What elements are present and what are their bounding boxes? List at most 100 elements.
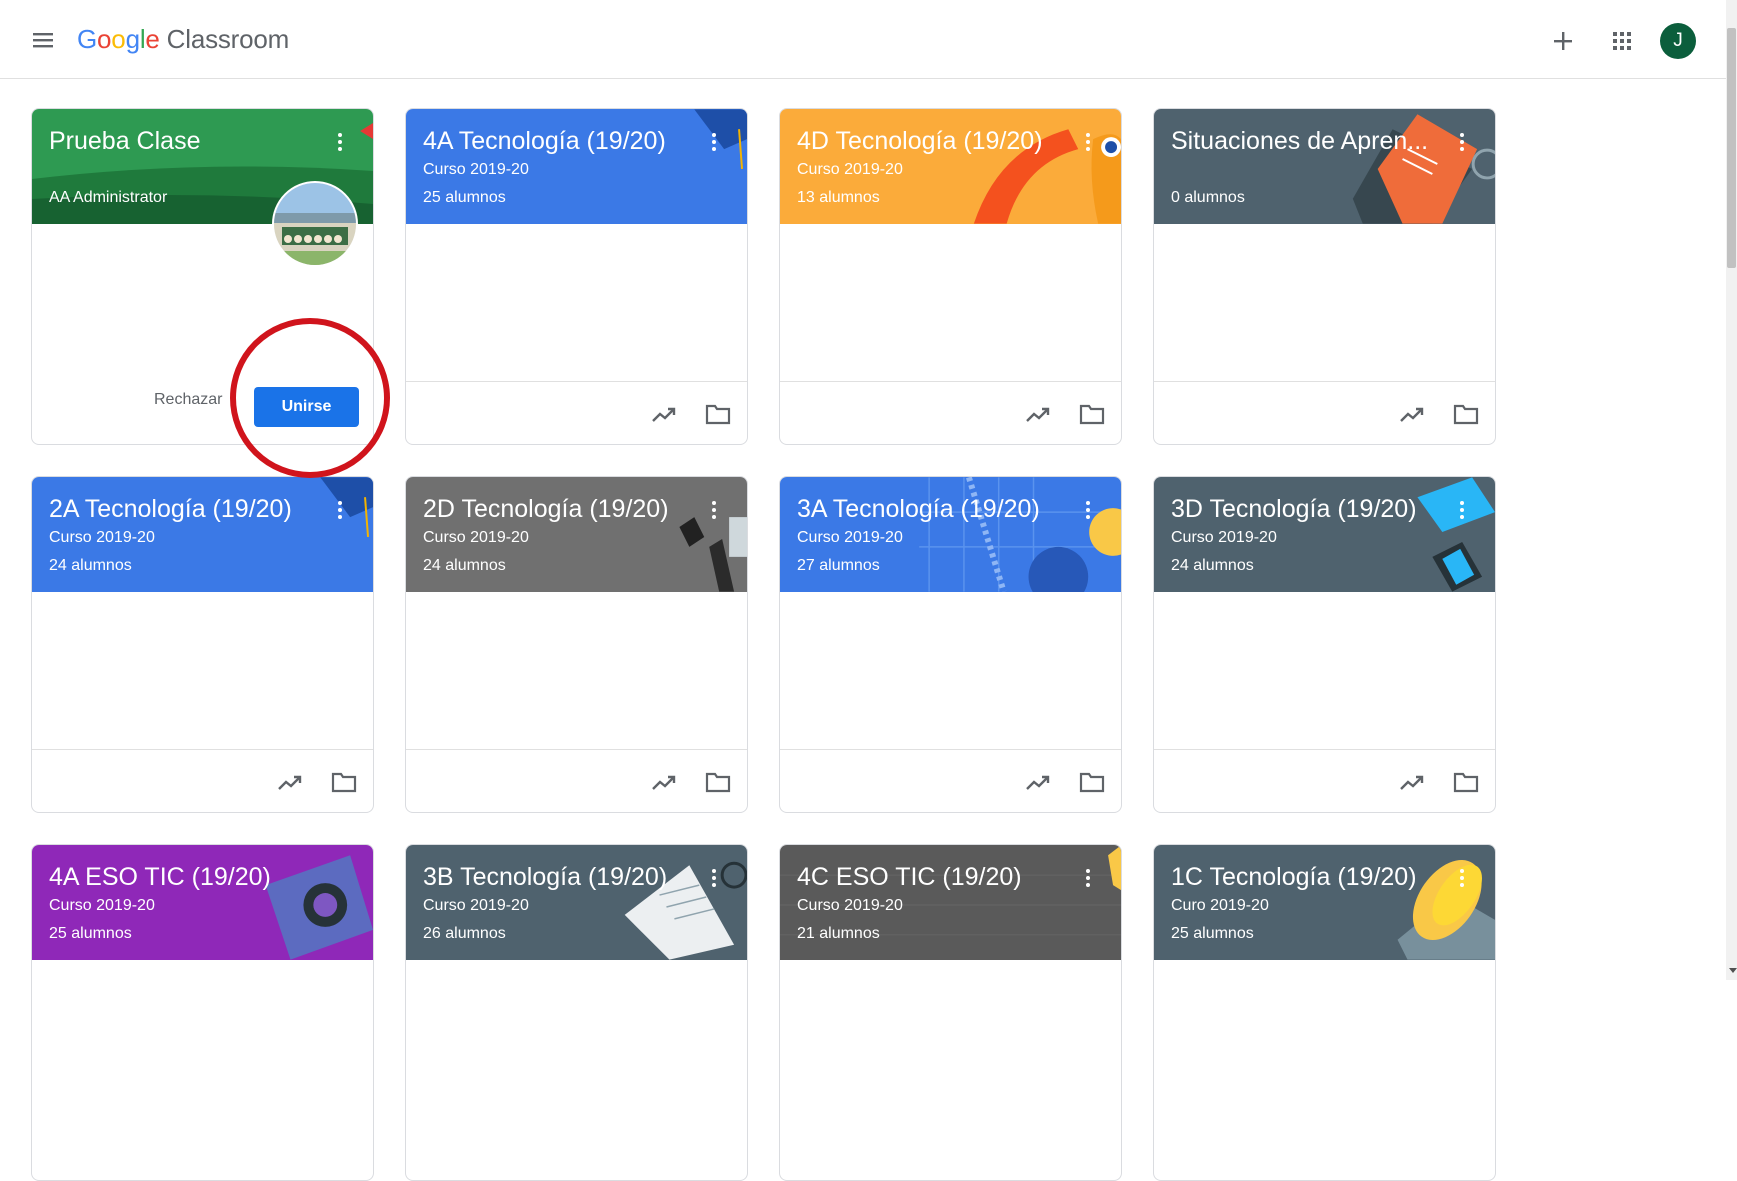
class-title[interactable]: 4A Tecnología (19/20) xyxy=(423,127,688,156)
class-card[interactable]: 4D Tecnología (19/20) Curso 2019-20 13 a… xyxy=(779,108,1122,445)
account-avatar[interactable]: J xyxy=(1660,23,1696,59)
class-title[interactable]: 2D Tecnología (19/20) xyxy=(423,495,688,524)
folder-icon[interactable] xyxy=(1453,403,1479,425)
class-card-banner: 4A ESO TIC (19/20) Curso 2019-20 25 alum… xyxy=(32,845,373,960)
logo-letter: e xyxy=(145,24,160,54)
menu-icon[interactable] xyxy=(30,28,58,52)
class-card-banner: 2A Tecnología (19/20) Curso 2019-20 24 a… xyxy=(32,477,373,592)
class-card[interactable]: 3B Tecnología (19/20) Curso 2019-20 26 a… xyxy=(405,844,748,1181)
class-card-banner: 2D Tecnología (19/20) Curso 2019-20 24 a… xyxy=(406,477,747,592)
teacher-photo xyxy=(272,181,358,267)
class-student-count: 24 alumnos xyxy=(423,557,506,574)
class-card[interactable]: 4C ESO TIC (19/20) Curso 2019-20 21 alum… xyxy=(779,844,1122,1181)
join-class-button[interactable]: Unirse xyxy=(254,387,359,427)
top-app-bar: Google Classroom J xyxy=(0,0,1726,79)
more-options-icon[interactable] xyxy=(335,131,345,155)
class-card[interactable]: 3A Tecnología (19/20) Curso 2019-20 27 a… xyxy=(779,476,1122,813)
class-card-footer xyxy=(406,749,747,812)
folder-icon[interactable] xyxy=(705,403,731,425)
more-options-icon[interactable] xyxy=(1083,499,1093,523)
class-student-count: 24 alumnos xyxy=(49,557,132,574)
trending-up-icon[interactable] xyxy=(1025,770,1051,794)
class-teacher: AA Administrator xyxy=(49,189,168,206)
logo-product-name: Classroom xyxy=(166,24,290,54)
trending-up-icon[interactable] xyxy=(1025,402,1051,426)
class-card[interactable]: 1C Tecnología (19/20) Curo 2019-20 25 al… xyxy=(1153,844,1496,1181)
trending-up-icon[interactable] xyxy=(1399,770,1425,794)
class-card[interactable]: 4A Tecnología (19/20) Curso 2019-20 25 a… xyxy=(405,108,748,445)
class-card[interactable]: 4A ESO TIC (19/20) Curso 2019-20 25 alum… xyxy=(31,844,374,1181)
class-title[interactable]: 3D Tecnología (19/20) xyxy=(1171,495,1436,524)
class-section: Curso 2019-20 xyxy=(797,897,903,914)
apps-grid-icon[interactable] xyxy=(1607,26,1637,56)
more-options-icon[interactable] xyxy=(1457,499,1467,523)
class-title[interactable]: Situaciones de Apren... xyxy=(1171,127,1436,156)
class-card-banner: 4C ESO TIC (19/20) Curso 2019-20 21 alum… xyxy=(780,845,1121,960)
class-section: Curso 2019-20 xyxy=(423,529,529,546)
class-card-footer xyxy=(780,381,1121,444)
plus-icon[interactable] xyxy=(1548,26,1578,56)
more-options-icon[interactable] xyxy=(709,131,719,155)
class-section: Curso 2019-20 xyxy=(423,161,529,178)
more-options-icon[interactable] xyxy=(1457,867,1467,891)
folder-icon[interactable] xyxy=(1079,771,1105,793)
class-section: Curso 2019-20 xyxy=(797,529,903,546)
class-card[interactable]: 3D Tecnología (19/20) Curso 2019-20 24 a… xyxy=(1153,476,1496,813)
class-title[interactable]: 4A ESO TIC (19/20) xyxy=(49,863,314,892)
class-title[interactable]: 3A Tecnología (19/20) xyxy=(797,495,1062,524)
class-section: Curso 2019-20 xyxy=(49,529,155,546)
class-card[interactable]: Situaciones de Apren... 0 alumnos xyxy=(1153,108,1496,445)
logo-letter: o xyxy=(97,24,112,54)
class-section: Curo 2019-20 xyxy=(1171,897,1269,914)
class-title[interactable]: 1C Tecnología (19/20) xyxy=(1171,863,1436,892)
more-options-icon[interactable] xyxy=(709,867,719,891)
class-card[interactable]: 2A Tecnología (19/20) Curso 2019-20 24 a… xyxy=(31,476,374,813)
class-student-count: 27 alumnos xyxy=(797,557,880,574)
more-options-icon[interactable] xyxy=(1083,867,1093,891)
class-student-count: 26 alumnos xyxy=(423,925,506,942)
class-title[interactable]: 4C ESO TIC (19/20) xyxy=(797,863,1062,892)
class-student-count: 13 alumnos xyxy=(797,189,880,206)
class-card-footer xyxy=(1154,749,1495,812)
more-options-icon[interactable] xyxy=(1083,131,1093,155)
class-card-banner: 1C Tecnología (19/20) Curo 2019-20 25 al… xyxy=(1154,845,1495,960)
class-card[interactable]: 2D Tecnología (19/20) Curso 2019-20 24 a… xyxy=(405,476,748,813)
folder-icon[interactable] xyxy=(331,771,357,793)
folder-icon[interactable] xyxy=(1453,771,1479,793)
folder-icon[interactable] xyxy=(705,771,731,793)
more-options-icon[interactable] xyxy=(709,499,719,523)
class-student-count: 0 alumnos xyxy=(1171,189,1245,206)
class-student-count: 21 alumnos xyxy=(797,925,880,942)
logo-letter: o xyxy=(111,24,126,54)
class-title[interactable]: Prueba Clase xyxy=(49,127,314,156)
class-student-count: 25 alumnos xyxy=(1171,925,1254,942)
class-title[interactable]: 4D Tecnología (19/20) xyxy=(797,127,1062,156)
class-student-count: 24 alumnos xyxy=(1171,557,1254,574)
more-options-icon[interactable] xyxy=(1457,131,1467,155)
trending-up-icon[interactable] xyxy=(1399,402,1425,426)
google-classroom-logo[interactable]: Google Classroom xyxy=(77,24,289,55)
folder-icon[interactable] xyxy=(1079,403,1105,425)
class-title[interactable]: 3B Tecnología (19/20) xyxy=(423,863,688,892)
scroll-down-arrow-icon[interactable] xyxy=(1729,968,1737,973)
trending-up-icon[interactable] xyxy=(651,402,677,426)
class-card-banner: Situaciones de Apren... 0 alumnos xyxy=(1154,109,1495,224)
class-card-footer xyxy=(780,749,1121,812)
class-section: Curso 2019-20 xyxy=(1171,529,1277,546)
class-card-invitation[interactable]: Prueba Clase AA Administrator Rechazar U… xyxy=(31,108,374,445)
class-card-banner: 4D Tecnología (19/20) Curso 2019-20 13 a… xyxy=(780,109,1121,224)
logo-letter: G xyxy=(77,24,98,54)
class-card-footer xyxy=(406,381,747,444)
class-student-count: 25 alumnos xyxy=(49,925,132,942)
more-options-icon[interactable] xyxy=(335,499,345,523)
trending-up-icon[interactable] xyxy=(277,770,303,794)
class-section: Curso 2019-20 xyxy=(49,897,155,914)
trending-up-icon[interactable] xyxy=(651,770,677,794)
reject-invitation-button[interactable]: Rechazar xyxy=(154,391,222,409)
scrollbar-thumb[interactable] xyxy=(1727,28,1736,268)
class-section: Curso 2019-20 xyxy=(423,897,529,914)
class-card-footer xyxy=(32,749,373,812)
class-student-count: 25 alumnos xyxy=(423,189,506,206)
class-title[interactable]: 2A Tecnología (19/20) xyxy=(49,495,314,524)
class-card-footer xyxy=(1154,381,1495,444)
